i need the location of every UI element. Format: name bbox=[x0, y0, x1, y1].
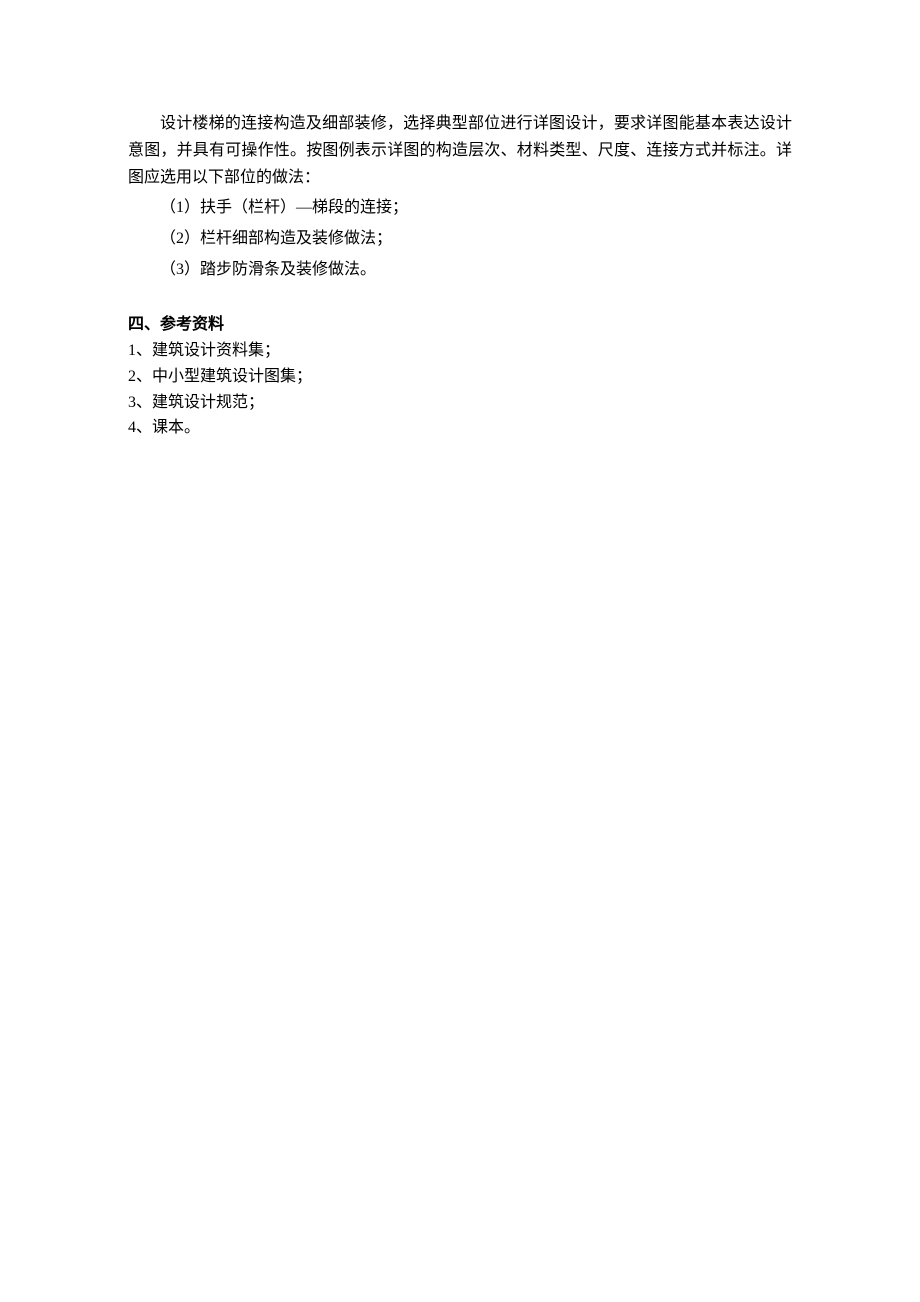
reference-item-4: 4、课本。 bbox=[128, 415, 792, 441]
detail-item-3: （3）踏步防滑条及装修做法。 bbox=[128, 254, 792, 285]
intro-paragraph: 设计楼梯的连接构造及细部装修，选择典型部位进行详图设计，要求详图能基本表达设计意… bbox=[128, 110, 792, 192]
detail-item-1: （1）扶手（栏杆）—梯段的连接； bbox=[128, 192, 792, 223]
section-header-references: 四、参考资料 bbox=[128, 311, 792, 338]
detail-item-2: （2）栏杆细部构造及装修做法； bbox=[128, 223, 792, 254]
reference-item-1: 1、建筑设计资料集； bbox=[128, 338, 792, 364]
reference-item-2: 2、中小型建筑设计图集； bbox=[128, 364, 792, 390]
reference-item-3: 3、建筑设计规范； bbox=[128, 390, 792, 416]
